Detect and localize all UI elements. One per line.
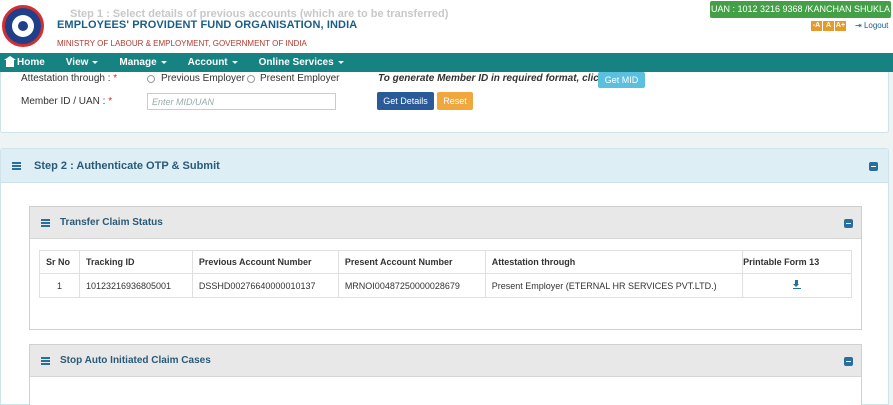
cell-sr-no: 1 bbox=[39, 273, 80, 298]
site-header: Step 1 : Select details of previous acco… bbox=[0, 0, 893, 53]
cell-attestation: Present Employer (ETERNAL HR SERVICES PV… bbox=[484, 273, 744, 298]
font-increase-button[interactable]: A+ bbox=[835, 21, 846, 31]
chevron-down-icon bbox=[337, 61, 344, 64]
collapse-icon[interactable] bbox=[844, 219, 853, 228]
transfer-status-table: Sr No Tracking ID Previous Account Numbe… bbox=[39, 250, 852, 298]
font-decrease-button[interactable]: -A bbox=[811, 21, 822, 31]
nav-home-label: Home bbox=[17, 57, 45, 68]
logout-icon: ⇥ bbox=[855, 21, 862, 30]
radio-previous-employer[interactable] bbox=[147, 75, 155, 83]
stop-auto-claims-header: Stop Auto Initiated Claim Cases bbox=[30, 345, 861, 377]
org-subtitle: MINISTRY OF LABOUR & EMPLOYMENT, GOVERNM… bbox=[57, 39, 307, 48]
step1-panel: Attestation through : * Previous Employe… bbox=[0, 72, 889, 133]
logout-link[interactable]: ⇥ Logout bbox=[855, 21, 888, 30]
step2-title: Step 2 : Authenticate OTP & Submit bbox=[34, 160, 220, 172]
reset-button[interactable]: Reset bbox=[437, 92, 473, 110]
attestation-label: Attestation through : * bbox=[21, 73, 118, 84]
collapse-icon[interactable] bbox=[844, 357, 853, 366]
org-name: EMPLOYEES' PROVIDENT FUND ORGANISATION, … bbox=[57, 19, 358, 31]
transfer-claim-status-title: Transfer Claim Status bbox=[60, 217, 163, 228]
col-printable-form: Printable Form 13 bbox=[742, 250, 852, 274]
get-details-button[interactable]: Get Details bbox=[377, 92, 434, 110]
col-present-account: Present Account Number bbox=[337, 250, 486, 274]
step2-header: Step 2 : Authenticate OTP & Submit bbox=[1, 149, 888, 183]
col-sr-no: Sr No bbox=[39, 250, 80, 274]
download-icon[interactable] bbox=[793, 280, 802, 289]
get-mid-button[interactable]: Get MID bbox=[598, 72, 645, 88]
nav-online-services-label: Online Services bbox=[258, 57, 334, 68]
col-attestation: Attestation through bbox=[484, 250, 744, 274]
menu-icon bbox=[41, 219, 50, 227]
member-id-input[interactable] bbox=[147, 93, 336, 110]
chevron-down-icon bbox=[160, 61, 167, 64]
cell-previous-account: DSSHD00276640000010137 bbox=[191, 273, 339, 298]
collapse-icon[interactable] bbox=[869, 162, 878, 171]
stop-auto-claims-panel: Stop Auto Initiated Claim Cases bbox=[29, 344, 862, 405]
col-previous-account: Previous Account Number bbox=[191, 250, 339, 274]
font-size-controls: -A A A+ bbox=[811, 21, 846, 31]
nav-account-label: Account bbox=[187, 57, 228, 68]
table-row: 1 10123216936805001 DSSHD002766400000101… bbox=[39, 273, 852, 298]
stop-auto-claims-title: Stop Auto Initiated Claim Cases bbox=[60, 355, 211, 366]
nav-manage-label: Manage bbox=[119, 57, 157, 68]
home-icon bbox=[4, 56, 16, 67]
step2-panel: Step 2 : Authenticate OTP & Submit Trans… bbox=[0, 148, 889, 405]
main-nav: Home View Manage Account Online Services bbox=[0, 53, 893, 72]
epfo-logo bbox=[2, 5, 44, 47]
logout-label: Logout bbox=[863, 21, 889, 30]
menu-icon bbox=[41, 357, 50, 365]
col-tracking-id: Tracking ID bbox=[78, 250, 193, 274]
cell-printable-form bbox=[742, 273, 852, 298]
cell-tracking-id: 10123216936805001 bbox=[78, 273, 193, 298]
radio-previous-employer-label: Previous Employer bbox=[161, 73, 245, 84]
transfer-claim-status-panel: Transfer Claim Status Sr No Tracking ID … bbox=[29, 206, 862, 330]
font-reset-button[interactable]: A bbox=[823, 21, 834, 31]
get-mid-hint: To generate Member ID in required format… bbox=[378, 73, 605, 84]
transfer-claim-status-header: Transfer Claim Status bbox=[30, 207, 861, 239]
nav-home[interactable]: Home bbox=[4, 56, 45, 68]
menu-icon bbox=[12, 162, 21, 170]
member-id-label: Member ID / UAN : * bbox=[21, 96, 113, 107]
chevron-down-icon bbox=[92, 61, 99, 64]
table-header-row: Sr No Tracking ID Previous Account Numbe… bbox=[39, 250, 852, 274]
nav-view-label: View bbox=[65, 57, 89, 68]
nav-manage[interactable]: Manage bbox=[119, 57, 167, 68]
nav-account[interactable]: Account bbox=[188, 57, 238, 68]
nav-online-services[interactable]: Online Services bbox=[259, 57, 344, 68]
nav-view[interactable]: View bbox=[66, 57, 99, 68]
cell-present-account: MRNOI00487250000028679 bbox=[337, 273, 486, 298]
uan-badge: UAN : 1012 3216 9368 /KANCHAN SHUKLA bbox=[710, 1, 891, 18]
chevron-down-icon bbox=[231, 61, 238, 64]
radio-present-employer-label: Present Employer bbox=[260, 73, 340, 84]
radio-present-employer[interactable] bbox=[247, 75, 255, 83]
